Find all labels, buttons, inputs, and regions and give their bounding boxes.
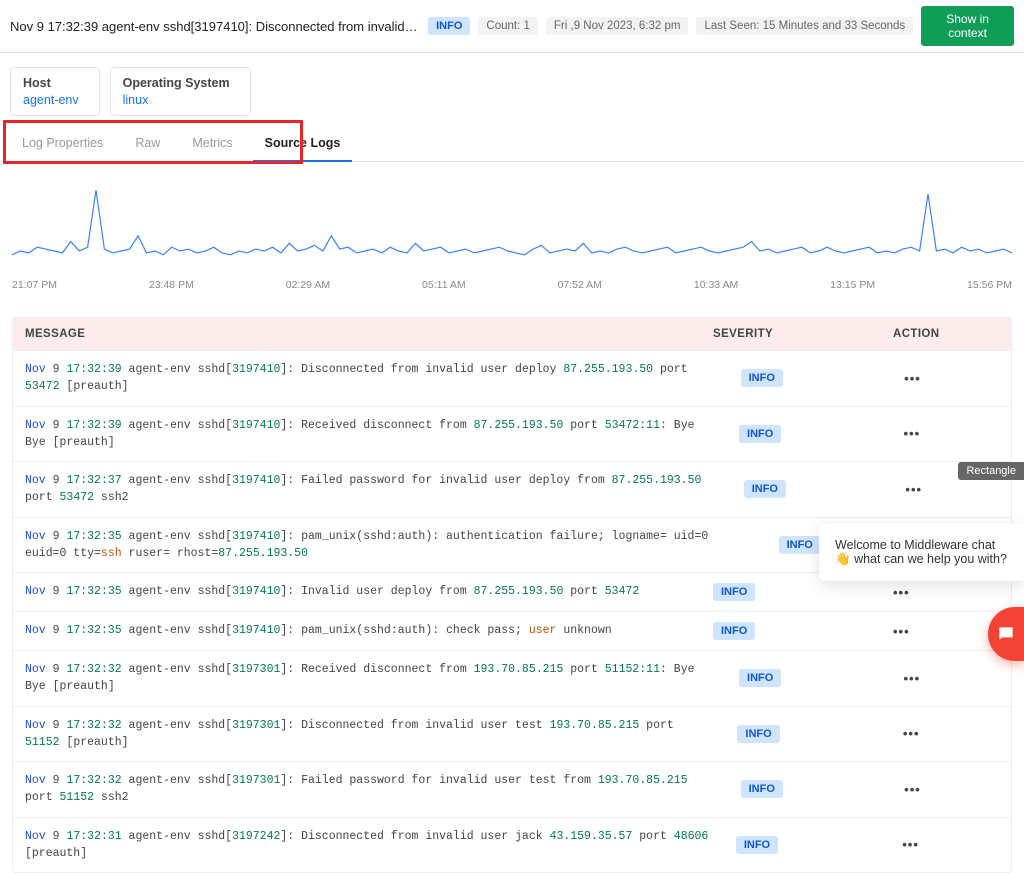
log-severity: INFO (729, 770, 893, 808)
log-table: MESSAGE SEVERITY ACTION Nov 9 17:32:39 a… (12, 317, 1012, 873)
info-cards: Host agent-env Operating System linux (0, 53, 1024, 126)
log-severity: INFO (732, 470, 894, 508)
header-message: MESSAGE (13, 318, 701, 350)
table-row[interactable]: Nov 9 17:32:39 agent-env sshd[3197410]: … (13, 350, 1011, 406)
table-row[interactable]: Nov 9 17:32:35 agent-env sshd[3197410]: … (13, 611, 1011, 650)
log-message: Nov 9 17:32:39 agent-env sshd[3197410]: … (13, 407, 727, 462)
wave-icon: 👋 (835, 552, 851, 567)
log-table-header: MESSAGE SEVERITY ACTION (13, 318, 1011, 350)
log-severity: INFO (701, 612, 881, 650)
table-row[interactable]: Nov 9 17:32:39 agent-env sshd[3197410]: … (13, 406, 1011, 462)
row-actions-menu[interactable]: ••• (902, 837, 919, 852)
chat-icon (996, 624, 1016, 644)
log-severity: INFO (729, 359, 893, 397)
row-actions-menu[interactable]: ••• (904, 782, 921, 797)
header-action: ACTION (881, 318, 1011, 350)
info-card-host-value: agent-env (23, 93, 79, 107)
chat-popup[interactable]: Welcome to Middleware chat 👋 what can we… (819, 524, 1024, 581)
row-actions-menu[interactable]: ••• (904, 671, 921, 686)
tab-metrics[interactable]: Metrics (180, 126, 244, 161)
tab-log properties[interactable]: Log Properties (10, 126, 115, 161)
tabs: Log PropertiesRawMetrics Source Logs (0, 126, 1024, 162)
row-actions-menu[interactable]: ••• (893, 624, 910, 639)
info-card-os-value: linux (123, 93, 230, 107)
table-row[interactable]: Nov 9 17:32:32 agent-env sshd[3197301]: … (13, 650, 1011, 706)
detail-title: Nov 9 17:32:39 agent-env sshd[3197410]: … (10, 19, 420, 34)
table-row[interactable]: Nov 9 17:32:37 agent-env sshd[3197410]: … (13, 461, 1011, 517)
log-severity: INFO (727, 415, 892, 453)
topbar: Nov 9 17:32:39 agent-env sshd[3197410]: … (0, 0, 1024, 53)
table-row[interactable]: Nov 9 17:32:31 agent-env sshd[3197242]: … (13, 817, 1011, 873)
lastseen-meta: Last Seen: 15 Minutes and 33 Seconds (696, 17, 913, 35)
show-in-context-button[interactable]: Show in context (921, 6, 1014, 46)
tabs-container: Log PropertiesRawMetrics Source Logs (0, 126, 1024, 162)
sparkline-tick: 02:29 AM (286, 279, 330, 291)
tab-source logs[interactable]: Source Logs (253, 126, 353, 162)
log-message: Nov 9 17:32:39 agent-env sshd[3197410]: … (13, 351, 729, 406)
severity-badge: INFO (428, 17, 470, 35)
info-card-host-label: Host (23, 76, 79, 90)
log-message: Nov 9 17:32:32 agent-env sshd[3197301]: … (13, 651, 727, 706)
row-actions-menu[interactable]: ••• (903, 726, 920, 741)
chat-text-a: Welcome to Middleware chat (835, 538, 995, 552)
info-card-os[interactable]: Operating System linux (110, 67, 251, 116)
sparkline-tick: 23:48 PM (149, 279, 194, 291)
log-message: Nov 9 17:32:35 agent-env sshd[3197410]: … (13, 573, 701, 610)
chat-text-b: what can we help you with? (854, 552, 1007, 566)
row-actions-menu[interactable]: ••• (893, 585, 910, 600)
date-meta: Fri ,9 Nov 2023, 6:32 pm (546, 17, 689, 35)
row-actions-menu[interactable]: ••• (905, 482, 922, 497)
tab-raw[interactable]: Raw (123, 126, 172, 161)
table-row[interactable]: Nov 9 17:32:32 agent-env sshd[3197301]: … (13, 706, 1011, 762)
log-message: Nov 9 17:32:32 agent-env sshd[3197301]: … (13, 762, 729, 817)
log-severity: INFO (727, 659, 892, 697)
info-card-host[interactable]: Host agent-env (10, 67, 100, 116)
row-actions-menu[interactable]: ••• (904, 426, 921, 441)
sparkline-tick: 13:15 PM (830, 279, 875, 291)
log-severity: INFO (724, 826, 890, 864)
rectangle-tooltip: Rectangle (958, 462, 1024, 480)
row-actions-menu[interactable]: ••• (904, 371, 921, 386)
sparkline-chart: 21:07 PM 23:48 PM 02:29 AM 05:11 AM 07:52 AM… (0, 162, 1024, 301)
sparkline-x-labels: 21:07 PM 23:48 PM 02:29 AM 05:11 AM 07:52 AM… (12, 275, 1012, 297)
sparkline-tick: 21:07 PM (12, 279, 57, 291)
log-message: Nov 9 17:32:35 agent-env sshd[3197410]: … (13, 612, 701, 649)
sparkline-tick: 10:33 AM (694, 279, 738, 291)
header-severity: SEVERITY (701, 318, 881, 350)
log-message: Nov 9 17:32:32 agent-env sshd[3197301]: … (13, 707, 725, 762)
log-message: Nov 9 17:32:35 agent-env sshd[3197410]: … (13, 518, 767, 573)
sparkline-tick: 05:11 AM (422, 279, 466, 291)
table-row[interactable]: Nov 9 17:32:32 agent-env sshd[3197301]: … (13, 761, 1011, 817)
log-severity: INFO (725, 715, 890, 753)
log-message: Nov 9 17:32:31 agent-env sshd[3197242]: … (13, 818, 724, 873)
info-card-os-label: Operating System (123, 76, 230, 90)
sparkline-tick: 07:52 AM (558, 279, 602, 291)
sparkline-tick: 15:56 PM (967, 279, 1012, 291)
log-message: Nov 9 17:32:37 agent-env sshd[3197410]: … (13, 462, 732, 517)
count-meta: Count: 1 (478, 17, 537, 35)
